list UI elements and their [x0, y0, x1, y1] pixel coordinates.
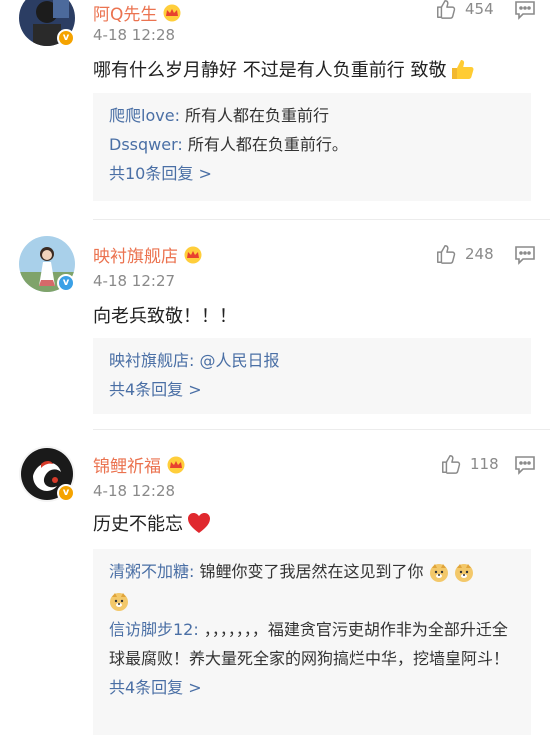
like-count: 118 [470, 455, 499, 473]
like-button[interactable]: 248 [435, 243, 494, 265]
divider [93, 429, 550, 430]
verified-badge-icon: v [57, 484, 75, 502]
comment-bubble-icon[interactable] [514, 245, 536, 265]
divider [93, 219, 550, 220]
thumbs-up-icon [437, 0, 456, 19]
view-more-replies-link[interactable]: 共4条回复 > [109, 673, 515, 702]
comment-bubble-icon[interactable] [514, 0, 536, 20]
reply-item[interactable]: Dssqwer: 所有人都在负重前行。 [109, 130, 515, 159]
verified-badge-icon: v [57, 29, 75, 47]
red-heart-emoji-icon [188, 513, 210, 533]
comment-bubble-icon[interactable] [514, 455, 536, 475]
comment-text: 哪有什么岁月静好 不过是有人负重前行 致敬 [93, 56, 476, 82]
reply-preview: 清粥不加糖: 锦鲤你变了我居然在这见到了你 信访脚步12: ，，，，，，，福建贪… [93, 549, 531, 735]
doge-emoji-icon [429, 563, 448, 582]
comment-time: 4-18 12:27 [93, 272, 176, 290]
vip-crown-icon [167, 456, 185, 473]
reply-item[interactable]: 爬爬love: 所有人都在负重前行 [109, 101, 515, 130]
reply-preview: 爬爬love: 所有人都在负重前行 Dssqwer: 所有人都在负重前行。 共1… [93, 93, 531, 201]
like-button[interactable]: 118 [440, 453, 499, 475]
like-button[interactable]: 454 [435, 0, 494, 20]
comment-item: v 锦鲤祈福 4-18 12:28 118 历史不能忘 清粥不加糖: 锦鲤你变了… [0, 446, 550, 735]
comment-username[interactable]: 映衬旗舰店 [93, 242, 204, 267]
reply-item[interactable]: 清粥不加糖: 锦鲤你变了我居然在这见到了你 [109, 557, 515, 615]
thumbs-up-icon [437, 245, 456, 264]
comment-item: v 映衬旗舰店 4-18 12:27 248 向老兵致敬！！！ 映衬旗舰店: @… [0, 236, 550, 426]
vip-crown-icon [163, 4, 181, 21]
comment-time: 4-18 12:28 [93, 26, 176, 44]
view-more-replies-link[interactable]: 共10条回复 > [109, 159, 515, 188]
comment-text: 向老兵致敬！！！ [93, 306, 237, 327]
reply-preview: 映衬旗舰店: @人民日报 共4条回复 > [93, 338, 531, 414]
doge-emoji-icon [110, 592, 128, 611]
like-count: 248 [465, 245, 494, 263]
reply-item[interactable]: 映衬旗舰店: @人民日报 [109, 346, 515, 375]
comment-item: v 阿Q先生 4-18 12:28 454 哪有什么岁月静好 不过是有人负重前行… [0, 0, 550, 215]
comment-time: 4-18 12:28 [93, 482, 176, 500]
verified-badge-icon: v [57, 274, 75, 292]
doge-emoji-icon [454, 563, 473, 582]
vip-crown-icon [184, 246, 202, 263]
thumbs-up-emoji-icon [452, 60, 474, 79]
comment-username[interactable]: 阿Q先生 [93, 0, 183, 25]
thumbs-up-icon [442, 455, 461, 474]
comment-text: 历史不能忘 [93, 510, 211, 536]
like-count: 454 [465, 0, 494, 18]
comment-username[interactable]: 锦鲤祈福 [93, 452, 187, 477]
reply-item[interactable]: 信访脚步12: ，，，，，，，福建贪官污吏胡作非为全部升迁全球最腐败！养大量死全… [109, 615, 515, 673]
view-more-replies-link[interactable]: 共4条回复 > [109, 375, 515, 404]
